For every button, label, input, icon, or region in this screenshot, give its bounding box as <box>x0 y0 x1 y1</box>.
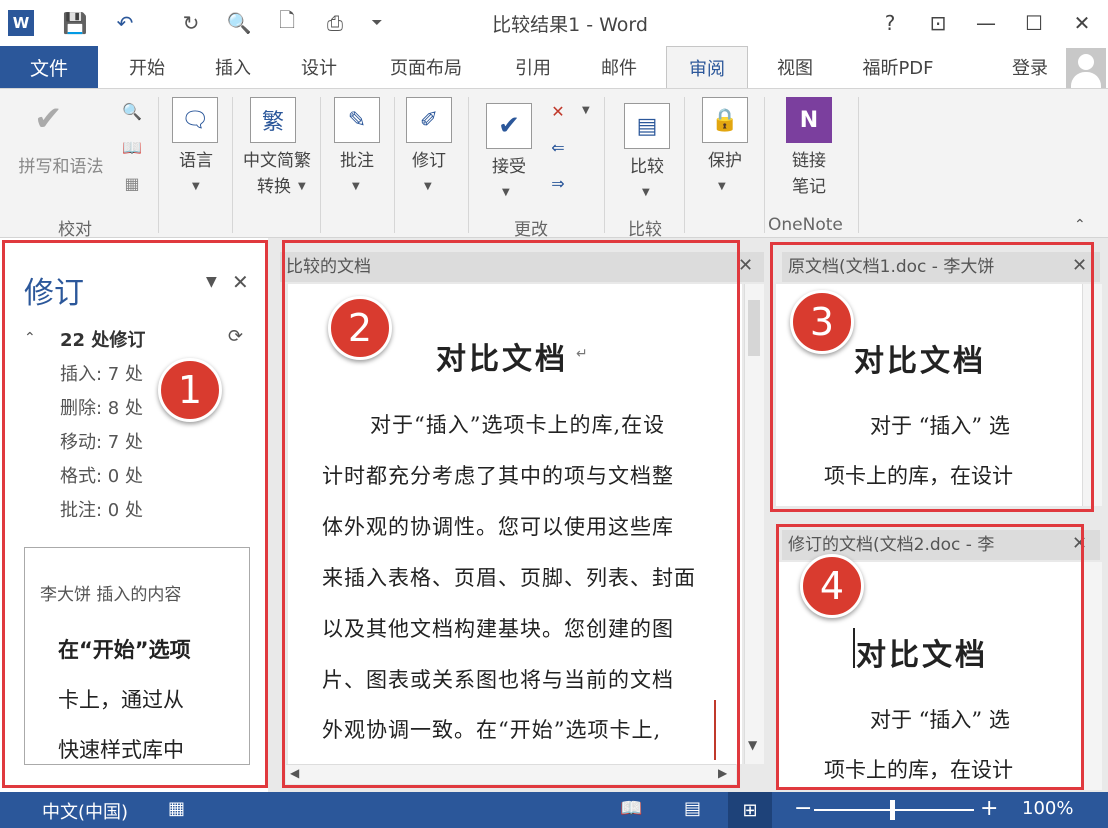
compare-icon[interactable]: ▤ <box>624 103 670 149</box>
collapse-ribbon-icon[interactable]: ⌃ <box>1074 217 1086 233</box>
tab-design[interactable]: 设计 <box>282 46 356 88</box>
print-layout-icon[interactable]: ▤ <box>684 798 701 819</box>
tab-home[interactable]: 开始 <box>110 46 184 88</box>
language-button[interactable]: 语言 <box>166 149 226 173</box>
word-logo-icon[interactable]: W <box>8 10 34 36</box>
tab-view[interactable]: 视图 <box>758 46 832 88</box>
tab-review[interactable]: 审阅 <box>666 46 748 89</box>
title-bar: W 💾 ↶ ↻ 🔍 🗋 ⎙ ⏷ 比较结果1 - Word ? ⊡ — ☐ ✕ <box>0 0 1108 46</box>
ribbon: ✔ 拼写和语法 🔍 📖 ▦ 校对 🗨 语言 ▼ 繁 中文简繁 转换 ▼ ✎ 批注… <box>0 88 1108 240</box>
tab-references[interactable]: 引用 <box>496 46 570 88</box>
tab-file[interactable]: 文件 <box>0 46 98 88</box>
comments-button[interactable]: 批注 <box>326 149 388 173</box>
annotation-box-3 <box>770 242 1094 512</box>
badge-2: 2 <box>328 296 392 360</box>
spelling-grammar-icon[interactable]: ✔ <box>34 99 63 139</box>
tab-mailings[interactable]: 邮件 <box>582 46 656 88</box>
badge-3: 3 <box>790 290 854 354</box>
zoom-slider-thumb[interactable] <box>890 800 895 820</box>
research-icon[interactable]: 🔍 <box>120 99 144 123</box>
print-preview-icon[interactable]: 🔍 <box>226 10 252 36</box>
tab-foxit-pdf[interactable]: 福昕PDF <box>846 46 950 88</box>
compare-button[interactable]: 比较 <box>616 155 678 179</box>
onenote-icon[interactable]: N <box>786 97 832 143</box>
read-mode-icon[interactable]: 📖 <box>620 798 642 819</box>
zoom-out-icon[interactable]: − <box>794 796 812 821</box>
linked-notes-label-2[interactable]: 笔记 <box>778 175 840 199</box>
chinese-conversion-label-1[interactable]: 中文简繁 <box>234 149 320 173</box>
protect-icon[interactable]: 🔒 <box>702 97 748 143</box>
status-bar: 中文(中国) ▦ 📖 ▤ ⊞ − + 100% <box>0 792 1108 828</box>
group-changes: 更改 <box>514 220 548 240</box>
tab-page-layout[interactable]: 页面布局 <box>368 46 484 88</box>
tracking-button[interactable]: 修订 <box>398 149 460 173</box>
language-status[interactable]: 中文(中国) <box>42 798 128 824</box>
word-count-icon[interactable]: ▦ <box>120 171 144 195</box>
customize-icon[interactable]: ⏷ <box>364 10 390 36</box>
close-icon[interactable]: ✕ <box>1062 8 1102 38</box>
minimize-icon[interactable]: — <box>966 8 1006 38</box>
zoom-level[interactable]: 100% <box>1022 798 1073 819</box>
protect-button[interactable]: 保护 <box>694 149 756 173</box>
badge-4: 4 <box>800 554 864 618</box>
window-title: 比较结果1 - Word <box>492 14 648 36</box>
linked-notes-label-1[interactable]: 链接 <box>778 149 840 173</box>
next-change-icon[interactable]: ⇒ <box>546 171 570 195</box>
macro-record-icon[interactable]: ▦ <box>168 798 185 819</box>
previous-change-icon[interactable]: ⇐ <box>546 135 570 159</box>
web-layout-icon[interactable]: ⊞ <box>728 792 772 828</box>
new-document-icon[interactable]: 🗋 <box>274 8 300 36</box>
avatar[interactable] <box>1066 48 1106 88</box>
help-button[interactable]: ? <box>870 8 910 38</box>
scroll-down-icon[interactable]: ▼ <box>748 738 757 752</box>
new-comment-icon[interactable]: ✎ <box>334 97 380 143</box>
print-icon[interactable]: ⎙ <box>322 10 348 36</box>
group-compare: 比较 <box>628 220 662 240</box>
redo-icon[interactable]: ↻ <box>178 10 204 36</box>
group-proofing: 校对 <box>58 220 92 240</box>
group-onenote: OneNote <box>768 215 843 235</box>
language-icon[interactable]: 🗨 <box>172 97 218 143</box>
compared-scroll-thumb[interactable] <box>748 300 760 356</box>
maximize-icon[interactable]: ☐ <box>1014 8 1054 38</box>
zoom-in-icon[interactable]: + <box>980 796 998 821</box>
annotation-box-1 <box>2 240 268 788</box>
spelling-grammar-button[interactable]: 拼写和语法 <box>6 155 116 179</box>
badge-1: 1 <box>158 358 222 422</box>
compared-vertical-scrollbar[interactable] <box>744 284 764 764</box>
undo-icon[interactable]: ↶ <box>112 10 138 36</box>
reject-icon[interactable]: ✕ <box>546 99 570 123</box>
sign-in-link[interactable]: 登录 <box>1012 54 1048 80</box>
thesaurus-icon[interactable]: 📖 <box>120 135 144 159</box>
accept-icon[interactable]: ✔ <box>486 103 532 149</box>
revised-vertical-scrollbar[interactable] <box>1082 562 1102 790</box>
ribbon-display-icon[interactable]: ⊡ <box>918 8 958 38</box>
ribbon-tabs: 文件 开始 插入 设计 页面布局 引用 邮件 审阅 视图 福昕PDF 登录 <box>0 46 1108 89</box>
compared-close-icon[interactable]: ✕ <box>738 255 753 276</box>
accept-button[interactable]: 接受 <box>478 155 540 179</box>
save-icon[interactable]: 💾 <box>62 10 88 36</box>
chinese-conversion-icon[interactable]: 繁 <box>250 97 296 143</box>
track-changes-icon[interactable]: ✐ <box>406 97 452 143</box>
tab-insert[interactable]: 插入 <box>196 46 270 88</box>
